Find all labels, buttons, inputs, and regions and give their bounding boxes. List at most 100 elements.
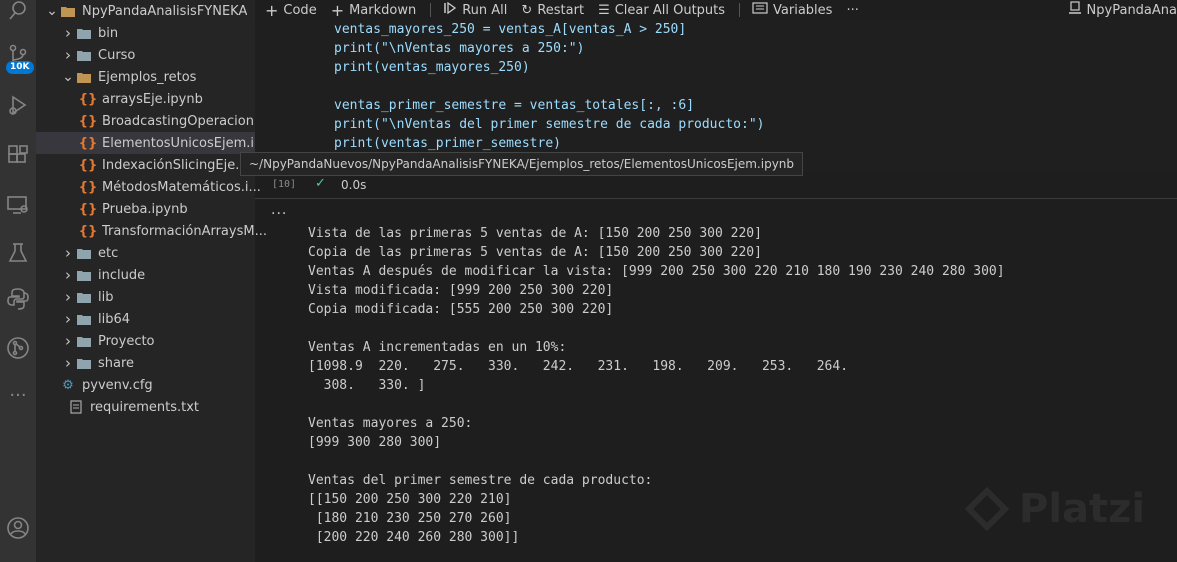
explorer-item-label: Prueba.ipynb: [102, 201, 188, 217]
explorer-file[interactable]: requirements.txt: [36, 396, 287, 418]
file-path-tooltip: ~/NpyPandaNuevos/NpyPandaAnalisisFYNEKA/…: [240, 152, 804, 176]
kernel-picker[interactable]: NpyPandaAna: [1068, 1, 1177, 19]
explorer-item-label: BroadcastingOperacion...: [102, 113, 267, 129]
explorer-item-label: lib64: [98, 311, 131, 327]
plus-icon: +: [330, 0, 345, 20]
folder-icon: [76, 48, 92, 62]
chevron-right-icon: ›: [65, 46, 71, 64]
explorer-item-label: Curso: [98, 47, 136, 63]
notebook-toolbar: + Code + Markdown Run All ↻ Restart ☰ Cl…: [255, 0, 1177, 20]
explorer-folder[interactable]: › Curso: [36, 44, 279, 66]
variables-button[interactable]: Variables: [752, 2, 832, 18]
chevron-right-icon: ›: [65, 24, 71, 42]
toolbar-divider: [739, 3, 741, 17]
explorer-folder[interactable]: ⌄ Ejemplos_retos: [36, 66, 279, 88]
explorer-folder[interactable]: › share: [36, 352, 279, 374]
account-icon[interactable]: [0, 516, 36, 540]
chevron-right-icon: ›: [65, 288, 71, 306]
code-line: ventas_primer_semestre = ventas_totales[…: [334, 96, 694, 115]
explorer-item-label: lib: [98, 289, 114, 305]
folder-icon: [76, 334, 92, 348]
more-icon[interactable]: ···: [0, 386, 36, 406]
explorer-item-label: MétodosMatemáticos.i...: [102, 179, 261, 195]
chevron-down-icon: ⌄: [46, 3, 58, 19]
chevron-right-icon: ›: [65, 354, 71, 372]
code-line: print(ventas_primer_semestre): [334, 134, 561, 153]
code-cell-editor[interactable]: ventas_mayores_250 = ventas_A[ventas_A >…: [255, 20, 1177, 172]
code-text: ventas_mayores_250 = ventas_A[ventas_A >…: [334, 22, 687, 37]
explorer-folder[interactable]: › lib64: [36, 308, 279, 330]
success-check-icon: ✓: [315, 176, 326, 191]
chevron-down-icon: ⌄: [62, 69, 74, 85]
code-text: print(ventas_primer_semestre): [334, 136, 561, 151]
explorer-file[interactable]: ⚙ pyvenv.cfg: [36, 374, 279, 396]
explorer-file[interactable]: {} TransformaciónArraysM...: [36, 220, 299, 242]
cell-output: Vista de las primeras 5 ventas de A: [15…: [308, 224, 1005, 547]
folder-open-icon: [76, 70, 92, 84]
explorer-folder[interactable]: › etc: [36, 242, 279, 264]
explorer-folder[interactable]: › include: [36, 264, 279, 286]
run-debug-icon[interactable]: [0, 94, 36, 116]
explorer-folder[interactable]: ⌄ NpyPandaAnalisisFYNEKA: [36, 0, 263, 22]
output-line: [180 210 230 250 270 260]: [308, 511, 512, 526]
gear-icon: ⚙: [62, 377, 74, 393]
search-icon[interactable]: [0, 0, 36, 22]
more-actions-button[interactable]: ···: [846, 3, 858, 18]
jupyter-notebook-icon: {}: [78, 135, 98, 151]
extensions-icon[interactable]: [0, 144, 36, 166]
output-line: Vista modificada: [999 200 250 300 220]: [308, 283, 614, 298]
cell-status-bar: [10] ✓ 0.0s: [255, 176, 1177, 196]
explorer-folder[interactable]: › Proyecto: [36, 330, 279, 352]
testing-icon[interactable]: [0, 242, 36, 264]
jupyter-notebook-icon: {}: [78, 157, 98, 173]
output-line: Ventas mayores a 250:: [308, 416, 473, 431]
output-line: Ventas del primer semestre de cada produ…: [308, 473, 653, 488]
variables-icon: [752, 2, 768, 18]
platzi-logo-icon: [965, 487, 1009, 531]
chevron-right-icon: ›: [65, 266, 71, 284]
run-all-icon: [443, 1, 457, 18]
folder-icon: [76, 356, 92, 370]
folder-open-icon: [60, 4, 76, 18]
jupyter-notebook-icon: {}: [78, 201, 98, 217]
remote-explorer-icon[interactable]: [0, 194, 36, 216]
explorer-item-label: arraysEje.ipynb: [102, 91, 203, 107]
explorer-item-label: include: [98, 267, 146, 283]
plus-icon: +: [265, 0, 279, 20]
folder-icon: [76, 312, 92, 326]
clear-all-outputs-button[interactable]: ☰ Clear All Outputs: [598, 3, 725, 18]
git-graph-icon[interactable]: [0, 336, 36, 360]
restart-button[interactable]: ↻ Restart: [521, 3, 584, 18]
explorer-item-label: share: [98, 355, 135, 371]
execution-count: [10]: [272, 179, 297, 190]
explorer-item-label: etc: [98, 245, 119, 261]
explorer-item-label: pyvenv.cfg: [82, 377, 153, 393]
explorer-folder[interactable]: › lib: [36, 286, 279, 308]
explorer-file[interactable]: {} Prueba.ipynb: [36, 198, 299, 220]
add-markdown-button[interactable]: + Markdown: [331, 1, 417, 20]
explorer-item-label: bin: [98, 25, 119, 41]
output-line: Copia modificada: [555 200 250 300 220]: [308, 302, 614, 317]
add-code-button[interactable]: + Code: [265, 1, 317, 20]
python-icon[interactable]: [0, 287, 36, 311]
folder-icon: [76, 268, 92, 282]
jupyter-notebook-icon: {}: [78, 179, 98, 195]
jupyter-notebook-icon: {}: [78, 91, 98, 107]
code-line: print("\nVentas mayores a 250:"): [334, 39, 584, 58]
code-line: print("\nVentas del primer semestre de c…: [334, 115, 764, 134]
output-more-button[interactable]: ...: [271, 202, 287, 218]
explorer-folder[interactable]: › bin: [36, 22, 279, 44]
cell-output-divider: [255, 198, 1177, 199]
output-line: [999 300 280 300]: [308, 435, 442, 450]
folder-icon: [76, 290, 92, 304]
folder-icon: [76, 26, 92, 40]
output-line: Vista de las primeras 5 ventas de A: [15…: [308, 226, 762, 241]
run-all-button[interactable]: Run All: [443, 1, 507, 18]
platzi-watermark: Platzi: [965, 486, 1145, 532]
code-line: ventas_mayores_250 = ventas_A[ventas_A >…: [334, 20, 686, 39]
jupyter-notebook-icon: {}: [78, 223, 98, 239]
output-line: [[150 200 250 300 220 210]: [308, 492, 512, 507]
explorer-item-label: requirements.txt: [90, 399, 200, 415]
